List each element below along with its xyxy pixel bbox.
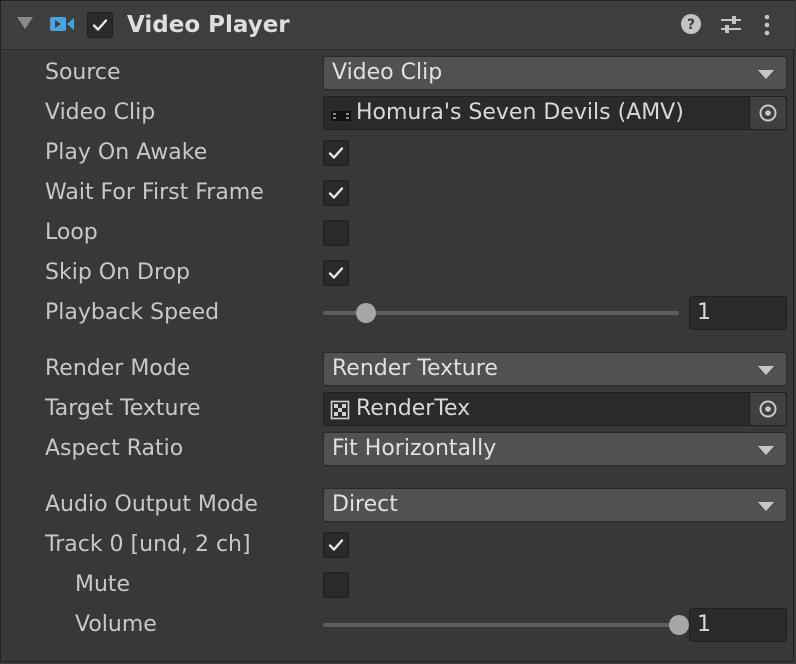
- volume-input[interactable]: 1: [689, 608, 787, 642]
- video-clip-value: Homura's Seven Devils (AMV): [356, 100, 684, 125]
- video-clip-field[interactable]: Homura's Seven Devils (AMV): [323, 96, 787, 130]
- audio-output-mode-value: Direct: [332, 492, 398, 517]
- help-icon[interactable]: ?: [680, 13, 702, 41]
- skip-on-drop-label: Skip On Drop: [45, 260, 190, 285]
- render-mode-value: Render Texture: [332, 356, 498, 381]
- source-dropdown[interactable]: Video Clip: [323, 56, 787, 90]
- svg-text:?: ?: [687, 17, 695, 33]
- volume-slider[interactable]: [323, 623, 679, 627]
- aspect-ratio-label: Aspect Ratio: [45, 436, 184, 461]
- track0-checkbox[interactable]: [323, 532, 349, 558]
- target-texture-value: RenderTex: [356, 396, 471, 421]
- video-clip-label: Video Clip: [45, 100, 156, 125]
- volume-value: 1: [697, 612, 711, 637]
- video-player-component-icon: [49, 13, 75, 41]
- play-on-awake-checkbox[interactable]: [323, 140, 349, 166]
- video-player-inspector: Video Player ? Source Video Clip Video C…: [0, 0, 795, 662]
- more-options-icon[interactable]: [761, 13, 773, 43]
- audio-output-mode-label: Audio Output Mode: [45, 492, 258, 517]
- chevron-down-icon: [758, 366, 774, 375]
- chevron-down-icon: [758, 502, 774, 511]
- component-title: Video Player: [127, 12, 290, 38]
- play-on-awake-label: Play On Awake: [45, 140, 208, 165]
- chevron-down-icon: [758, 70, 774, 79]
- aspect-ratio-dropdown[interactable]: Fit Horizontally: [323, 432, 787, 466]
- playback-speed-input[interactable]: 1: [689, 296, 787, 330]
- chevron-down-icon: [758, 446, 774, 455]
- playback-speed-label: Playback Speed: [45, 300, 220, 325]
- mute-checkbox[interactable]: [323, 572, 349, 598]
- skip-on-drop-checkbox[interactable]: [323, 260, 349, 286]
- track0-label: Track 0 [und, 2 ch]: [45, 532, 251, 557]
- source-label: Source: [45, 60, 121, 85]
- playback-speed-value: 1: [697, 300, 711, 325]
- render-mode-dropdown[interactable]: Render Texture: [323, 352, 787, 386]
- playback-speed-slider[interactable]: [323, 311, 679, 315]
- video-clip-icon: [330, 105, 352, 130]
- wait-for-first-frame-label: Wait For First Frame: [45, 180, 264, 205]
- render-texture-icon: [330, 400, 350, 426]
- target-texture-field[interactable]: RenderTex: [323, 392, 787, 426]
- audio-output-mode-dropdown[interactable]: Direct: [323, 488, 787, 522]
- loop-label: Loop: [45, 220, 98, 245]
- component-enabled-checkbox[interactable]: [87, 12, 113, 38]
- volume-slider-thumb[interactable]: [669, 615, 689, 635]
- loop-checkbox[interactable]: [323, 220, 349, 246]
- mute-label: Mute: [75, 572, 131, 597]
- target-texture-label: Target Texture: [45, 396, 201, 421]
- aspect-ratio-value: Fit Horizontally: [332, 436, 497, 461]
- wait-for-first-frame-checkbox[interactable]: [323, 180, 349, 206]
- playback-speed-slider-thumb[interactable]: [355, 303, 376, 323]
- volume-label: Volume: [75, 612, 157, 637]
- object-picker-button[interactable]: [749, 393, 786, 425]
- component-header[interactable]: Video Player ?: [1, 1, 795, 50]
- foldout-arrow-icon[interactable]: [17, 17, 33, 29]
- render-mode-label: Render Mode: [45, 356, 191, 381]
- source-value: Video Clip: [332, 60, 443, 85]
- object-picker-button[interactable]: [749, 97, 786, 129]
- presets-icon[interactable]: [719, 13, 743, 43]
